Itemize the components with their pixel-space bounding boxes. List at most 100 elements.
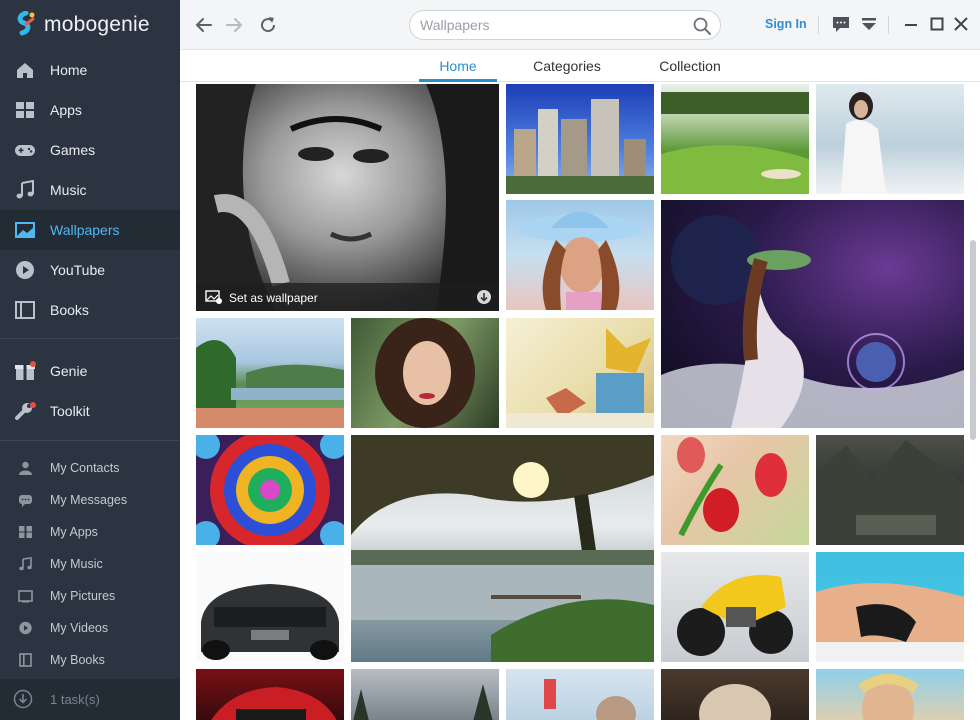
wallpaper-tile[interactable] [196,435,344,545]
search-input[interactable] [420,15,690,35]
wallpaper-tile[interactable] [816,669,964,720]
wallpaper-image [201,584,339,660]
sidebar-item-books[interactable]: Books [0,290,180,330]
scrollbar[interactable] [970,240,976,440]
menu-dropdown-icon[interactable] [860,15,878,33]
wallpaper-image [196,435,344,545]
book-icon [15,301,35,319]
sidebar-item-my-apps[interactable]: My Apps [0,516,180,548]
sidebar-item-label: Apps [50,102,82,118]
wallpaper-tile[interactable] [661,552,809,662]
toolbar-divider [888,16,889,34]
sidebar-item-toolkit[interactable]: Toolkit [0,391,180,431]
sidebar-item-genie[interactable]: Genie [0,351,180,391]
search-box[interactable] [409,10,721,40]
wallpaper-tile[interactable] [506,200,654,310]
set-wallpaper-label: Set as wallpaper [229,291,318,305]
sidebar-item-label: Home [50,62,88,78]
wallpaper-image [518,211,642,310]
wallpaper-image [506,328,654,428]
tab-home[interactable]: Home [419,50,497,82]
wallpaper-tile[interactable]: Set as wallpaper [196,84,499,311]
sidebar-item-music[interactable]: Music [0,170,180,210]
forward-arrow-icon[interactable] [222,13,246,37]
wallpaper-image [816,440,964,545]
mobogenie-logo-icon [17,11,35,36]
wallpaper-tile[interactable] [816,435,964,545]
wallpaper-tile[interactable] [661,669,809,720]
wallpaper-image [699,684,771,720]
sidebar-item-label: My Contacts [50,461,120,475]
sidebar-item-my-videos[interactable]: My Videos [0,612,180,644]
wallpaper-tile[interactable] [196,669,344,720]
wallpaper-image [841,92,886,194]
tab-categories[interactable]: Categories [521,50,613,82]
music-note-icon [19,557,32,571]
sidebar-item-my-messages[interactable]: My Messages [0,484,180,516]
home-icon [17,63,33,78]
set-wallpaper-icon [205,290,222,304]
sidebar-item-youtube[interactable]: YouTube [0,250,180,290]
sidebar-item-my-books[interactable]: My Books [0,644,180,676]
wallpaper-image [353,684,493,720]
sidebar-item-label: My Messages [50,493,128,507]
wallpaper-tile[interactable] [506,84,654,194]
wallpaper-tile[interactable] [506,318,654,428]
sidebar-item-my-pictures[interactable]: My Pictures [0,580,180,612]
wallpaper-tile[interactable] [351,669,499,720]
wallpaper-tile[interactable] [816,84,964,194]
sidebar-item-my-music[interactable]: My Music [0,548,180,580]
play-icon [16,261,34,279]
wallpaper-tile[interactable] [661,84,809,194]
wallpaper-image [816,583,964,662]
sidebar-item-label: My Music [50,557,103,571]
app-logo[interactable]: mobogenie [0,0,180,50]
wallpaper-image [196,84,499,311]
tab-bar: Home Categories Collection [180,50,980,82]
book-icon [19,653,32,667]
video-icon [19,621,32,635]
sidebar-item-home[interactable]: Home [0,50,180,90]
sidebar-item-label: Books [50,302,89,318]
apps-icon [19,526,32,538]
top-bar: Sign In [180,0,980,50]
sidebar-item-wallpapers[interactable]: Wallpapers [0,210,180,250]
sidebar-item-my-contacts[interactable]: My Contacts [0,452,180,484]
wallpaper-image [375,318,475,428]
sidebar-item-apps[interactable]: Apps [0,90,180,130]
sign-in-link[interactable]: Sign In [765,17,807,31]
wallpaper-tile[interactable] [816,552,964,662]
message-icon [19,495,32,507]
gamepad-icon [15,145,35,156]
feedback-icon[interactable] [832,15,850,33]
download-circle-icon [13,689,33,709]
picture-icon [18,590,33,603]
back-arrow-icon[interactable] [192,13,216,37]
toolbar-divider [818,16,819,34]
task-status[interactable]: 1 task(s) [0,679,180,720]
wallpaper-tile[interactable] [351,435,654,662]
wallpaper-tile[interactable] [661,200,964,428]
close-icon[interactable] [952,15,970,33]
wallpaper-tile[interactable] [196,318,344,428]
wallpaper-tile[interactable] [196,552,344,662]
sidebar-item-label: My Videos [50,621,109,635]
minimize-icon[interactable] [902,15,920,33]
sidebar-item-label: My Pictures [50,589,116,603]
gift-box-icon [15,361,36,380]
sidebar-item-label: My Books [50,653,105,667]
search-icon[interactable] [692,16,712,36]
sidebar: mobogenie Home Apps Games Music Wallpape… [0,0,180,720]
wallpaper-tile[interactable] [506,669,654,720]
wallpaper-image [506,99,654,194]
refresh-icon[interactable] [256,13,280,37]
sidebar-item-games[interactable]: Games [0,130,180,170]
tab-collection[interactable]: Collection [646,50,734,82]
wallpaper-image [677,437,787,537]
download-icon[interactable] [476,289,492,305]
maximize-icon[interactable] [928,15,946,33]
wallpaper-image [661,92,809,194]
wallpaper-tile[interactable] [661,435,809,545]
set-wallpaper-bar[interactable]: Set as wallpaper [196,283,499,311]
wallpaper-tile[interactable] [351,318,499,428]
